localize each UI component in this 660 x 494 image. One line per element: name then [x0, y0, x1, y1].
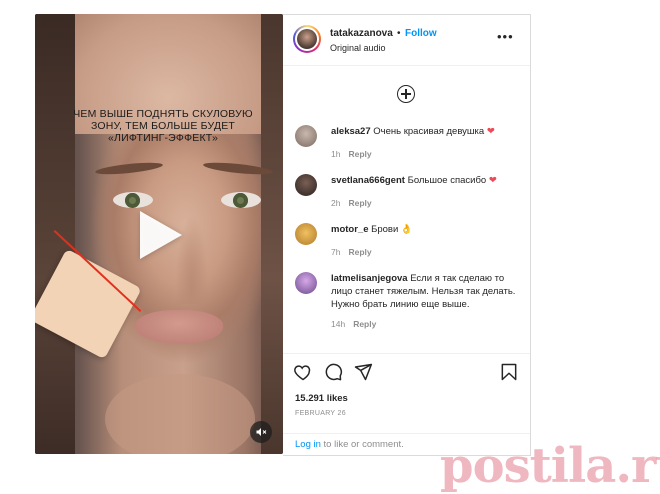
- comment-message: Большое спасибо: [407, 175, 487, 186]
- avatar[interactable]: [295, 27, 319, 51]
- ok-hand-emoji: 👌: [400, 224, 413, 235]
- author-username[interactable]: tatakazanova: [330, 28, 393, 39]
- avatar[interactable]: [295, 272, 317, 294]
- reply-button[interactable]: Reply: [348, 247, 371, 257]
- video-player[interactable]: ЧЕМ ВЫШЕ ПОДНЯТЬ СКУЛОВУЮ ЗОНУ, ТЕМ БОЛЬ…: [35, 14, 283, 454]
- comment-meta: 2h Reply: [331, 198, 372, 208]
- avatar[interactable]: [295, 174, 317, 196]
- follow-button[interactable]: Follow: [405, 28, 437, 39]
- watermark-logo: postila.ru: [440, 438, 660, 494]
- comment-message: Очень красивая девушка: [373, 126, 485, 137]
- login-rest: to like or comment.: [320, 439, 404, 450]
- comment-text: latmelisanjegova Если я так сделаю то ли…: [331, 272, 523, 311]
- play-icon[interactable]: [140, 211, 182, 259]
- comment-time: 7h: [331, 247, 341, 257]
- comment-username[interactable]: latmelisanjegova: [331, 273, 408, 284]
- reply-button[interactable]: Reply: [353, 319, 376, 329]
- login-prompt: Log in to like or comment.: [295, 439, 404, 450]
- story-ring[interactable]: [293, 25, 321, 53]
- post-header: tatakazanova • Follow Original audio •••: [283, 15, 530, 66]
- comment-text: svetlana666gent Большое спасибо ❤: [331, 174, 523, 187]
- video-overlay-text: ЧЕМ ВЫШЕ ПОДНЯТЬ СКУЛОВУЮ ЗОНУ, ТЕМ БОЛЬ…: [73, 108, 253, 144]
- likes-count[interactable]: 15.291 likes: [295, 393, 348, 404]
- video-frame-brow: [94, 160, 164, 177]
- video-frame-lips: [135, 310, 223, 344]
- comment-meta: 7h Reply: [331, 247, 372, 257]
- more-options-icon[interactable]: •••: [497, 30, 514, 43]
- action-bar: [283, 360, 530, 384]
- reply-button[interactable]: Reply: [348, 149, 371, 159]
- video-frame-hair-right: [261, 14, 283, 454]
- share-icon[interactable]: [353, 362, 373, 382]
- add-icon[interactable]: [397, 85, 415, 103]
- login-link[interactable]: Log in: [295, 439, 321, 450]
- comment-username[interactable]: svetlana666gent: [331, 175, 405, 186]
- comment-message: Брови: [371, 224, 399, 235]
- video-frame-hair-left: [35, 14, 75, 454]
- heart-emoji: ❤: [488, 175, 497, 186]
- avatar[interactable]: [295, 125, 317, 147]
- audio-label[interactable]: Original audio: [330, 43, 386, 53]
- video-frame-eye: [221, 192, 261, 208]
- video-frame-chin: [105, 374, 255, 454]
- comment-icon[interactable]: [323, 362, 343, 382]
- comment-username[interactable]: aleksa27: [331, 126, 371, 137]
- heart-emoji: ❤: [486, 126, 495, 137]
- mute-button[interactable]: [250, 421, 272, 443]
- video-overlay-line: «ЛИФТИНГ-ЭФФЕКТ»: [107, 132, 219, 144]
- video-overlay-line: ЗОНУ, ТЕМ БОЛЬШЕ БУДЕТ: [90, 120, 236, 132]
- video-overlay-line: ЧЕМ ВЫШЕ ПОДНЯТЬ СКУЛОВУЮ: [73, 108, 253, 120]
- separator-dot: •: [397, 28, 401, 39]
- heart-icon[interactable]: [293, 362, 313, 382]
- reply-button[interactable]: Reply: [348, 198, 371, 208]
- divider: [283, 353, 530, 354]
- speaker-muted-icon: [256, 428, 267, 436]
- comment-time: 1h: [331, 149, 341, 159]
- comment-text: aleksa27 Очень красивая девушка ❤: [331, 125, 523, 138]
- comment-time: 2h: [331, 198, 341, 208]
- comment-text: motor_e Брови 👌: [331, 223, 523, 236]
- comment-username[interactable]: motor_e: [331, 224, 368, 235]
- bookmark-icon[interactable]: [499, 362, 519, 382]
- comment-time: 14h: [331, 319, 346, 329]
- comment-meta: 14h Reply: [331, 319, 376, 329]
- post-date: FEBRUARY 26: [295, 410, 346, 417]
- post-sidebar: tatakazanova • Follow Original audio •••…: [283, 14, 531, 456]
- avatar[interactable]: [295, 223, 317, 245]
- comment-meta: 1h Reply: [331, 149, 372, 159]
- video-frame-eye: [113, 192, 153, 208]
